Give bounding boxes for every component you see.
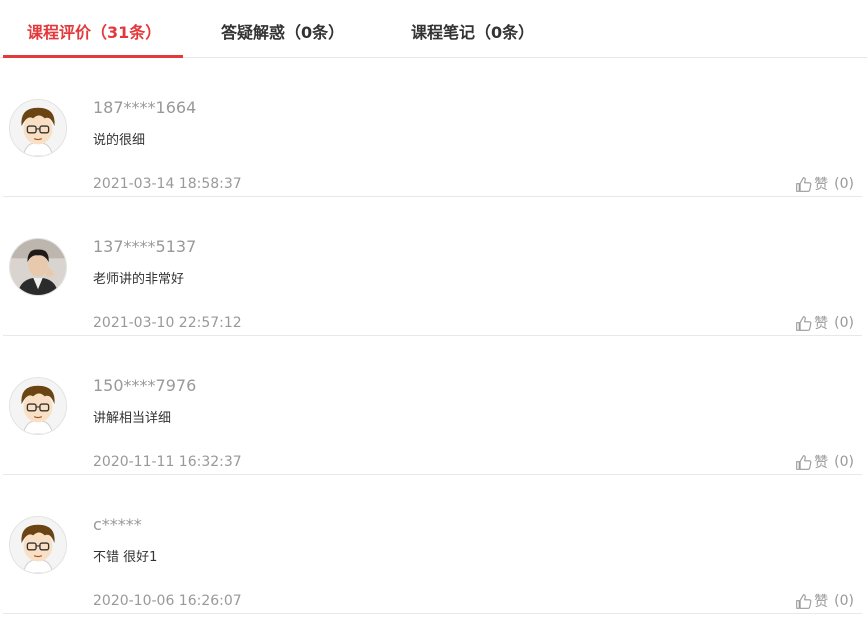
- comment-timestamp: 2021-03-14 18:58:37: [93, 176, 242, 192]
- thumbs-up-icon: [796, 315, 812, 331]
- comment-text: 讲解相当详细: [93, 411, 172, 426]
- comment-username: 187****1664: [93, 98, 197, 117]
- cartoon-avatar-icon: [10, 517, 66, 573]
- comment-text: 不错 很好1: [93, 550, 158, 565]
- comment-username: 137****5137: [93, 237, 197, 256]
- comment-username: c*****: [93, 515, 142, 534]
- tab-qa[interactable]: 答疑解惑（0条）: [221, 21, 344, 45]
- like-count: (0): [834, 454, 854, 470]
- avatar: [9, 516, 67, 574]
- like-label: 赞: [814, 316, 829, 332]
- comment-text: 说的很细: [93, 133, 146, 148]
- comment-list: 187****1664 说的很细 2021-03-14 18:58:37 赞 (…: [0, 58, 867, 614]
- comment-text: 老师讲的非常好: [93, 272, 185, 287]
- thumbs-up-icon: [796, 593, 812, 609]
- comment-item: 137****5137 老师讲的非常好 2021-03-10 22:57:12 …: [3, 197, 862, 336]
- comment-timestamp: 2021-03-10 22:57:12: [93, 315, 242, 331]
- avatar: [9, 377, 67, 435]
- like-label: 赞: [814, 177, 829, 193]
- like-label: 赞: [814, 455, 829, 471]
- like-count: (0): [834, 593, 854, 609]
- thumbs-up-icon: [796, 176, 812, 192]
- like-button[interactable]: 赞 (0): [795, 451, 854, 473]
- tab-course-notes[interactable]: 课程笔记（0条）: [411, 21, 534, 45]
- comment-item: 150****7976 讲解相当详细 2020-11-11 16:32:37 赞…: [3, 336, 862, 475]
- avatar: [9, 99, 67, 157]
- tab-bar: 课程评价（31条） 答疑解惑（0条） 课程笔记（0条）: [0, 0, 867, 58]
- like-count: (0): [834, 176, 854, 192]
- comment-username: 150****7976: [93, 376, 197, 395]
- like-button[interactable]: 赞 (0): [795, 312, 854, 334]
- like-count: (0): [834, 315, 854, 331]
- avatar: [9, 238, 67, 296]
- cartoon-avatar-icon: [10, 378, 66, 434]
- comment-item: c***** 不错 很好1 2020-10-06 16:26:07 赞 (0): [3, 475, 862, 614]
- thumbs-up-icon: [796, 454, 812, 470]
- comment-timestamp: 2020-10-06 16:26:07: [93, 593, 242, 609]
- cartoon-avatar-icon: [10, 100, 66, 156]
- photo-avatar-icon: [10, 239, 66, 295]
- like-button[interactable]: 赞 (0): [795, 173, 854, 195]
- tab-course-reviews[interactable]: 课程评价（31条）: [27, 21, 161, 45]
- like-label: 赞: [814, 594, 829, 610]
- comment-item: 187****1664 说的很细 2021-03-14 18:58:37 赞 (…: [3, 58, 862, 197]
- comment-timestamp: 2020-11-11 16:32:37: [93, 454, 242, 470]
- like-button[interactable]: 赞 (0): [795, 590, 854, 612]
